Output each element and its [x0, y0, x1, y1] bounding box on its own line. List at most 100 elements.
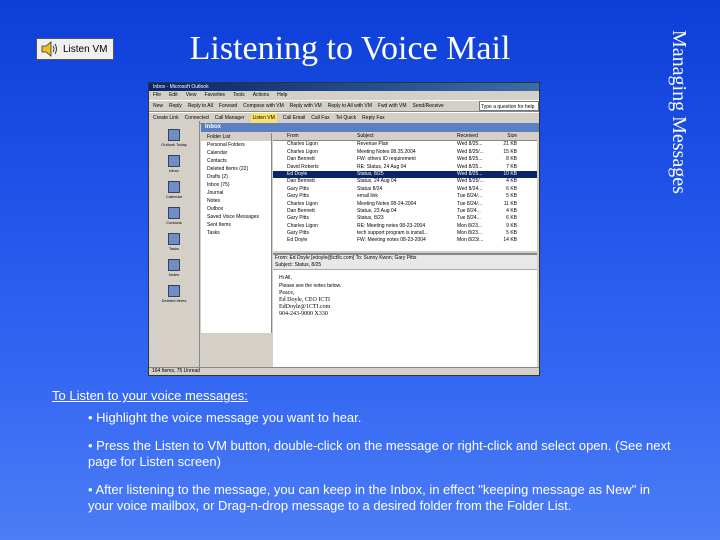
toolbar-button[interactable]: Reply: [169, 101, 182, 111]
instruction-bullet: • After listening to the message, you ca…: [88, 482, 651, 513]
instructions-heading: To Listen to your voice messages:: [52, 388, 248, 403]
menu-item[interactable]: Tools: [233, 91, 245, 100]
message-row[interactable]: Ed Doyle FW: Meeting notes 08-23-2004 Mon …: [273, 237, 537, 244]
message-row[interactable]: Dan Bennett FW: others ID requirement Wed …: [273, 156, 537, 163]
folder-item[interactable]: Notes: [201, 197, 271, 205]
message-row[interactable]: Charles Ligon Meeting Notes 08.25.2004 Wed…: [273, 149, 537, 156]
message-received: Wed 8/25...: [457, 163, 483, 170]
shortcut-label: Outlook Today: [161, 142, 187, 147]
message-received: Wed 8/25...: [457, 141, 483, 148]
toolbar-button[interactable]: Call Email: [283, 113, 306, 123]
message-subject: FW: Meeting notes 08-23-2004: [357, 237, 426, 244]
message-from: Dan Bennett: [287, 156, 315, 163]
folder-item[interactable]: Contacts: [201, 157, 271, 165]
message-row[interactable]: Gary Pitts Status, 8/23 Tue 8/24... 6 KB: [273, 215, 537, 222]
message-subject: Status, 8/25: [357, 170, 384, 177]
signature-line: 904-243-9000 X330: [279, 311, 328, 317]
message-row[interactable]: Dan Bennett Status, 24 Aug 04 Wed 8/25/...…: [273, 178, 537, 185]
column-received[interactable]: Received: [457, 133, 497, 140]
message-received: Wed 8/25...: [457, 170, 483, 177]
message-subject: RE: Meeting notes 08-23-2004: [357, 222, 426, 229]
message-size: 5 KB: [506, 230, 517, 237]
shortcut-label: Contacts: [166, 220, 182, 225]
shortcut-item[interactable]: Outlook Today: [149, 121, 199, 147]
toolbar-button[interactable]: Tel Quick: [336, 113, 357, 123]
message-received: Wed 8/25/...: [457, 178, 484, 185]
section-title: Managing Messages: [668, 30, 690, 194]
menu-item[interactable]: Favorites: [204, 91, 225, 100]
message-from: Gary Pitts: [287, 215, 309, 222]
message-subject: Revenue Plan: [357, 141, 389, 148]
toolbar-button[interactable]: Send/Receive: [413, 101, 444, 111]
message-subject: FW: others ID requirement: [357, 156, 416, 163]
message-row[interactable]: Dan Bennett Status, 23 Aug 04 Tue 8/24... 4…: [273, 208, 537, 215]
message-row[interactable]: Ed Doyle Status, 8/25 Wed 8/25... 10 KB: [273, 170, 537, 179]
listen-vm-button[interactable]: Listen VM: [36, 38, 114, 60]
toolbar-button[interactable]: Reply to All with VM: [328, 101, 372, 111]
folder-item[interactable]: Saved Voice Messages: [201, 213, 271, 221]
shortcut-label: Notes: [168, 272, 180, 277]
menu-item[interactable]: Actions: [253, 91, 269, 100]
folder-item[interactable]: Outbox: [201, 205, 271, 213]
shortcut-item[interactable]: Tasks: [149, 225, 199, 251]
toolbar-button[interactable]: Reply with VM: [290, 101, 322, 111]
message-row[interactable]: Gary Pitts email link Tue 8/24/... 5 KB: [273, 193, 537, 200]
message-subject: Status, 8/23: [357, 215, 384, 222]
inbox-header: Inbox: [201, 123, 539, 132]
toolbar-button[interactable]: Compose with VM: [243, 101, 284, 111]
message-row[interactable]: Charles Ligon Meeting Notes 08-24-2004 Tue…: [273, 201, 537, 208]
message-subject: email link: [357, 193, 378, 200]
message-size: 15 KB: [503, 148, 517, 155]
message-subject: Meeting Notes 08.25.2004: [357, 148, 416, 155]
shortcut-item[interactable]: Notes: [149, 251, 199, 277]
reading-pane: From: Ed Doyle [edoyle@ictllc.com] To: S…: [273, 253, 537, 367]
message-row[interactable]: Charles Ligon Revenue Plan Wed 8/25... 21 K…: [273, 141, 537, 148]
toolbar-button[interactable]: Listen VM: [250, 113, 277, 123]
folder-list: Folder List Personal Folders Calendar Cont…: [201, 133, 272, 333]
preview-from: From: Ed Doyle [edoyle@ictllc.com] To: S…: [275, 255, 417, 261]
toolbar-button[interactable]: Fwd with VM: [378, 101, 407, 111]
toolbar-button[interactable]: Call Manager: [215, 113, 245, 123]
message-row[interactable]: Gary Pitts tech support program is instal…: [273, 230, 537, 237]
toolbar-button[interactable]: New: [153, 101, 163, 111]
folder-item[interactable]: Personal Folders: [201, 141, 271, 149]
menu-item[interactable]: Help: [277, 91, 287, 100]
column-subject[interactable]: Subject: [357, 133, 457, 140]
message-row[interactable]: David Roberts RE: Status, 24 Aug 04 Wed 8/…: [273, 164, 537, 171]
shortcut-icon: [168, 181, 180, 193]
folder-item[interactable]: Sent Items: [201, 221, 271, 229]
signature-line: Ed Doyle, CEO ICTI: [279, 297, 330, 303]
folder-item[interactable]: Tasks: [201, 229, 271, 237]
menu-item[interactable]: Edit: [169, 91, 178, 100]
menu-item[interactable]: View: [186, 91, 197, 100]
column-size[interactable]: Size: [497, 133, 517, 140]
message-from: Charles Ligon: [287, 141, 318, 148]
message-received: Tue 8/24...: [457, 207, 481, 214]
preview-text: Please see the notes below.: [279, 283, 342, 289]
message-received: Wed 8/25/...: [457, 148, 484, 155]
menu-item[interactable]: File: [153, 91, 161, 100]
shortcut-item[interactable]: Deleted Items: [149, 277, 199, 303]
folder-item[interactable]: Inbox (75): [201, 181, 271, 189]
toolbar-button[interactable]: Forward: [219, 101, 237, 111]
folder-item[interactable]: Drafts (2): [201, 173, 271, 181]
message-row[interactable]: Gary Pitts Status 8/24 Wed 8/24... 6 KB: [273, 186, 537, 193]
toolbar-button[interactable]: Reply Fax: [362, 113, 385, 123]
shortcut-item[interactable]: Calendar: [149, 173, 199, 199]
message-size: 6 KB: [506, 215, 517, 222]
window-title: Inbox - Microsoft Outlook: [149, 83, 539, 91]
folder-item[interactable]: Calendar: [201, 149, 271, 157]
message-received: Tue 8/24...: [457, 215, 481, 222]
toolbar-button[interactable]: Reply to All: [188, 101, 213, 111]
shortcut-item[interactable]: Contacts: [149, 199, 199, 225]
help-search-input[interactable]: Type a question for help: [479, 101, 539, 111]
folder-item[interactable]: Deleted Items (22): [201, 165, 271, 173]
folder-item[interactable]: Journal: [201, 189, 271, 197]
message-row[interactable]: Charles Ligon RE: Meeting notes 08-23-200…: [273, 223, 537, 230]
shortcut-icon: [168, 259, 180, 271]
toolbar-button[interactable]: Call Fax: [311, 113, 329, 123]
shortcut-icon: [168, 155, 180, 167]
shortcut-item[interactable]: Inbox: [149, 147, 199, 173]
message-from: Ed Doyle: [287, 170, 308, 177]
column-from[interactable]: From: [273, 133, 357, 140]
